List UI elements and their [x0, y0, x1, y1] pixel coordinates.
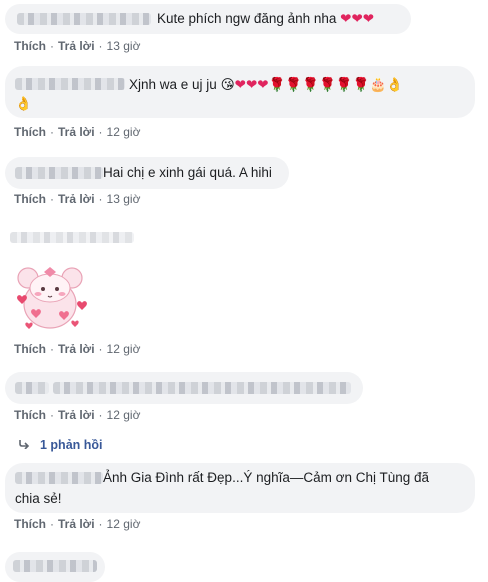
- comment-bubble: [5, 552, 105, 582]
- blurred-author-name[interactable]: [13, 560, 97, 572]
- like-link[interactable]: Thích: [14, 342, 46, 356]
- ok-hand-emoji-icon: 👌: [15, 96, 32, 111]
- blurred-author-name[interactable]: [15, 78, 125, 90]
- reply-link[interactable]: Trả lời: [58, 342, 95, 356]
- ok-hand-emoji-icon: 👌: [386, 77, 404, 92]
- cake-emoji-icon: 🎂: [369, 77, 387, 92]
- like-link[interactable]: Thích: [14, 125, 46, 139]
- heart-emoji-icon: ❤❤❤: [340, 11, 375, 26]
- rose-emoji-icon: 🌹🌹🌹🌹🌹🌹: [268, 77, 370, 92]
- comment-actions: Thích · Trả lời · 12 giờ: [14, 517, 141, 531]
- comment-bubble: Xjnh wa e uj ju 😘❤❤❤🌹🌹🌹🌹🌹🌹🎂👌 👌: [5, 66, 475, 118]
- pink-bear-hearts-sticker-icon: [17, 267, 87, 329]
- comment-text: Xjnh wa e uj ju 😘❤❤❤🌹🌹🌹🌹🌹🌹🎂👌: [129, 77, 404, 92]
- comment-text: Ảnh Gia Đình rất Đẹp...Ý nghĩa—Cảm ơn Ch…: [103, 470, 430, 485]
- comment-time[interactable]: 13 giờ: [107, 39, 141, 53]
- comment-bubble: Ảnh Gia Đình rất Đẹp...Ý nghĩa—Cảm ơn Ch…: [5, 463, 475, 513]
- comment-actions: Thích · Trả lời · 13 giờ: [14, 39, 141, 53]
- view-replies-link[interactable]: 1 phản hồi: [18, 438, 103, 452]
- comment-time[interactable]: 12 giờ: [107, 517, 141, 531]
- heart-emoji-icon: ❤❤❤: [234, 77, 269, 92]
- reply-link[interactable]: Trả lời: [58, 39, 95, 53]
- comment-time[interactable]: 12 giờ: [107, 408, 141, 422]
- comment-actions: Thích · Trả lời · 12 giờ: [14, 125, 141, 139]
- blurred-author-name[interactable]: [15, 472, 103, 484]
- like-link[interactable]: Thích: [14, 192, 46, 206]
- comment-time[interactable]: 12 giờ: [107, 125, 141, 139]
- like-link[interactable]: Thích: [14, 39, 46, 53]
- reply-link[interactable]: Trả lời: [58, 125, 95, 139]
- kiss-emoji-icon: 😘: [220, 77, 235, 92]
- like-link[interactable]: Thích: [14, 517, 46, 531]
- reply-link[interactable]: Trả lời: [58, 517, 95, 531]
- comment-text: Hai chị e xinh gái quá. A hihi: [103, 165, 272, 180]
- blurred-author-name[interactable]: [15, 382, 49, 394]
- blurred-author-name[interactable]: [10, 232, 134, 243]
- comment-actions: Thích · Trả lời · 13 giờ: [14, 192, 141, 206]
- blurred-author-name[interactable]: [15, 167, 103, 179]
- comment-actions: Thích · Trả lời · 12 giờ: [14, 408, 141, 422]
- reply-link[interactable]: Trả lời: [58, 192, 95, 206]
- blurred-author-name[interactable]: [17, 13, 151, 25]
- comment-actions: Thích · Trả lời · 12 giờ: [14, 342, 141, 356]
- reply-arrow-icon: [18, 438, 30, 452]
- sticker-image[interactable]: [8, 256, 92, 336]
- blurred-comment-text: [53, 382, 351, 394]
- comment-text: chia sẻ!: [15, 491, 62, 506]
- comment-bubble: Hai chị e xinh gái quá. A hihi: [5, 157, 289, 189]
- comment-time[interactable]: 12 giờ: [107, 342, 141, 356]
- comment-text: Kute phích ngw đăng ảnh nha ❤❤❤: [157, 11, 375, 26]
- comment-bubble: [5, 372, 363, 404]
- comment-bubble: Kute phích ngw đăng ảnh nha ❤❤❤: [5, 4, 411, 34]
- comment-time[interactable]: 13 giờ: [107, 192, 141, 206]
- reply-link[interactable]: Trả lời: [58, 408, 95, 422]
- like-link[interactable]: Thích: [14, 408, 46, 422]
